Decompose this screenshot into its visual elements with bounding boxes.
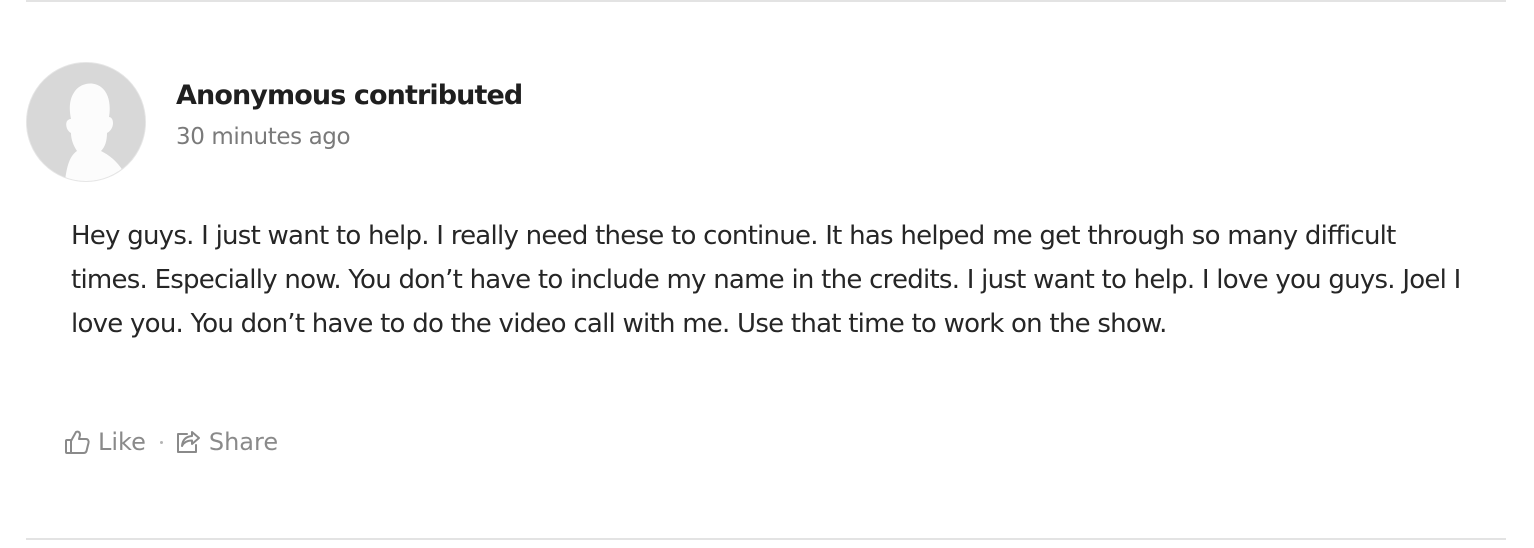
post-timestamp: 30 minutes ago bbox=[176, 124, 351, 150]
thumbs-up-icon bbox=[62, 427, 92, 457]
like-button[interactable]: Like bbox=[62, 427, 146, 457]
share-label: Share bbox=[208, 428, 279, 456]
share-button[interactable]: Share bbox=[173, 427, 278, 457]
like-label: Like bbox=[98, 428, 146, 456]
author-name[interactable]: Anonymous contributed bbox=[176, 80, 523, 111]
default-user-silhouette-icon bbox=[27, 63, 145, 181]
post-body: Hey guys. I just want to help. I really … bbox=[71, 221, 1461, 339]
share-icon bbox=[173, 427, 203, 457]
post-actions: Like Share bbox=[62, 424, 278, 460]
bottom-divider bbox=[26, 538, 1506, 540]
avatar[interactable] bbox=[26, 62, 146, 182]
top-divider bbox=[26, 0, 1506, 2]
separator-dot bbox=[159, 440, 163, 444]
